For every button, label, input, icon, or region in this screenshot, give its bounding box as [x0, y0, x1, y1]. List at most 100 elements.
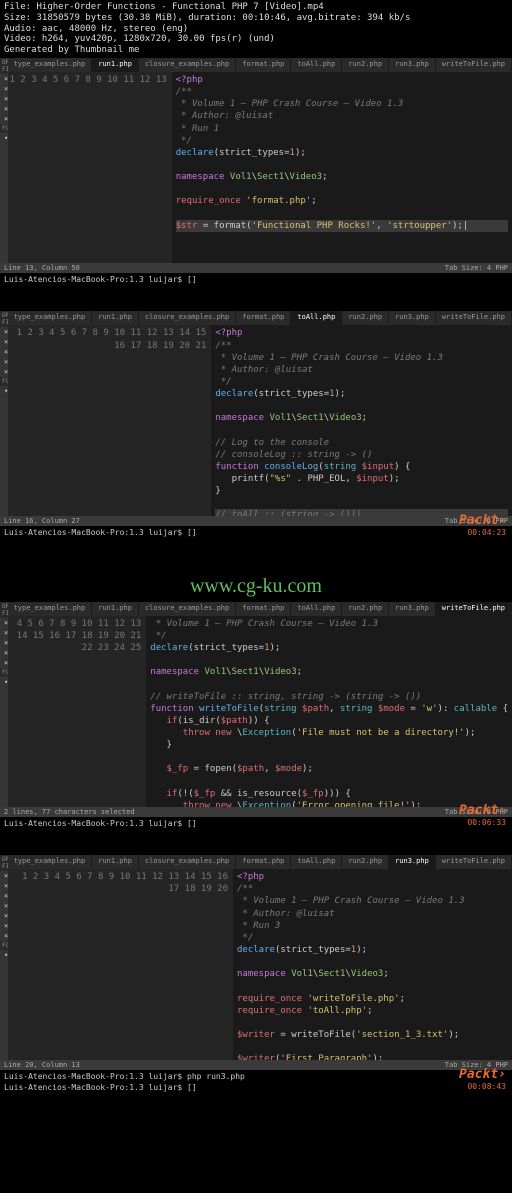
- code-lines[interactable]: <?php /** * Volume 1 — PHP Crash Course …: [211, 325, 512, 516]
- folder-item[interactable]: toAll.php: [0, 476, 8, 486]
- editor-tab[interactable]: format.php: [236, 602, 291, 616]
- folder-item[interactable]: toAll.php: [0, 757, 8, 767]
- editor-tab[interactable]: toAll.php: [291, 855, 342, 869]
- folder-item[interactable]: run2.php: [0, 203, 8, 213]
- folder-root[interactable]: ▾ vol1: [0, 950, 8, 960]
- folder-item[interactable]: section_1_3.txt: [0, 1030, 8, 1040]
- folder-item[interactable]: run3.php: [0, 1020, 8, 1030]
- folder-item[interactable]: run3.php: [0, 466, 8, 476]
- editor-tab[interactable]: run3.php: [389, 58, 436, 72]
- editor-tab[interactable]: closure_examples.php: [139, 58, 236, 72]
- folder-root[interactable]: ▾ vol1: [0, 386, 8, 396]
- editor-tab[interactable]: run1.php: [92, 602, 139, 616]
- folder-item[interactable]: toAll.php: [0, 223, 8, 233]
- folder-item[interactable]: run2.php: [0, 737, 8, 747]
- folder-item[interactable]: toAll.php: [0, 1040, 8, 1050]
- editor-tab[interactable]: run2.php: [342, 58, 389, 72]
- code-lines[interactable]: * Volume 1 — PHP Crash Course — Video 1.…: [146, 616, 512, 807]
- editor-tab[interactable]: toAll.php: [291, 602, 342, 616]
- open-file-item[interactable]: × toAll.php: [0, 658, 8, 668]
- folder-item[interactable]: format.php: [0, 183, 8, 193]
- folder-item[interactable]: run1.php: [0, 727, 8, 737]
- folder-item[interactable]: format.php: [0, 436, 8, 446]
- editor-tab[interactable]: closure_examples.php: [139, 855, 236, 869]
- editor-tab[interactable]: run1.php: [92, 855, 139, 869]
- terminal-panel[interactable]: Luis-Atencios-MacBook-Pro:1.3 luijar$ []: [0, 273, 512, 287]
- open-file-item[interactable]: × toAll.php: [0, 114, 8, 124]
- open-file-item[interactable]: × format.php: [0, 357, 8, 367]
- editor-tab[interactable]: writeToFile.php: [436, 855, 512, 869]
- folder-item[interactable]: 1.2: [0, 697, 8, 707]
- folder-root[interactable]: ▾ vol1: [0, 133, 8, 143]
- folder-item[interactable]: writeToFile.php: [0, 486, 8, 496]
- editor-tab[interactable]: type_examples.php: [8, 602, 93, 616]
- editor-tab[interactable]: run3.php: [389, 602, 436, 616]
- folder-item[interactable]: 1.1: [0, 960, 8, 970]
- folder-item[interactable]: writeToFile.php: [0, 233, 8, 243]
- open-file-item[interactable]: × format.php: [0, 648, 8, 658]
- editor-tab[interactable]: run1.php: [92, 58, 139, 72]
- open-file-item[interactable]: × writeToFile.php: [0, 921, 8, 931]
- code-area[interactable]: 4 5 6 7 8 9 10 11 12 13 14 15 16 17 18 1…: [8, 616, 512, 807]
- editor-tab[interactable]: toAll.php: [291, 58, 342, 72]
- editor-tab[interactable]: run2.php: [342, 855, 389, 869]
- folder-item[interactable]: 1.1: [0, 406, 8, 416]
- open-file-item[interactable]: × format.php: [0, 104, 8, 114]
- open-file-item[interactable]: × type_examples.php: [0, 618, 8, 628]
- open-file-item[interactable]: × closure_examples.php: [0, 891, 8, 901]
- editor-tab[interactable]: format.php: [236, 855, 291, 869]
- editor-tab[interactable]: writeToFile.php: [436, 311, 512, 325]
- editor-tab[interactable]: run3.php: [389, 855, 436, 869]
- open-file-item[interactable]: × run1.php: [0, 628, 8, 638]
- file-sidebar[interactable]: OPEN FILES× type_examples.php× run1.php×…: [0, 855, 8, 1060]
- open-file-item[interactable]: × toAll.php: [0, 911, 8, 921]
- code-area[interactable]: 1 2 3 4 5 6 7 8 9 10 11 12 13 14 15 16 1…: [8, 325, 512, 516]
- code-area[interactable]: 1 2 3 4 5 6 7 8 9 10 11 12 13 14 15 16 1…: [8, 869, 512, 1060]
- folder-item[interactable]: 1.3: [0, 173, 8, 183]
- open-file-item[interactable]: × closure_examples.php: [0, 94, 8, 104]
- open-file-item[interactable]: × closure_examples.php: [0, 638, 8, 648]
- folder-item[interactable]: 1.2: [0, 416, 8, 426]
- folder-item[interactable]: run1.php: [0, 446, 8, 456]
- folder-item[interactable]: writeToFile.php: [0, 1050, 8, 1060]
- folder-item[interactable]: 1.2: [0, 970, 8, 980]
- open-file-item[interactable]: × run1.php: [0, 84, 8, 94]
- folder-item[interactable]: 1.3: [0, 980, 8, 990]
- terminal-panel[interactable]: Luis-Atencios-MacBook-Pro:1.3 luijar$ []: [0, 526, 512, 540]
- editor-tab[interactable]: writeToFile.php: [436, 58, 512, 72]
- open-file-item[interactable]: × format.php: [0, 901, 8, 911]
- editor-tab[interactable]: format.php: [236, 311, 291, 325]
- folder-item[interactable]: run1.php: [0, 193, 8, 203]
- folder-root[interactable]: ▾ vol1: [0, 677, 8, 687]
- editor-tab[interactable]: type_examples.php: [8, 58, 93, 72]
- file-sidebar[interactable]: OPEN FILES× type_examples.php× run1.php×…: [0, 602, 8, 807]
- open-file-item[interactable]: × run1.php: [0, 337, 8, 347]
- code-area[interactable]: 1 2 3 4 5 6 7 8 9 10 11 12 13<?php /** *…: [8, 72, 512, 263]
- folder-item[interactable]: 1.3: [0, 426, 8, 436]
- terminal-panel[interactable]: Luis-Atencios-MacBook-Pro:1.3 luijar$ []: [0, 817, 512, 831]
- folder-item[interactable]: run2.php: [0, 1010, 8, 1020]
- file-sidebar[interactable]: OPEN FILES× type_examples.php× run1.php×…: [0, 311, 8, 516]
- folder-item[interactable]: run3.php: [0, 747, 8, 757]
- editor-tab[interactable]: run1.php: [92, 311, 139, 325]
- open-file-item[interactable]: × run1.php: [0, 881, 8, 891]
- folder-item[interactable]: format.php: [0, 990, 8, 1000]
- editor-tab[interactable]: format.php: [236, 58, 291, 72]
- folder-item[interactable]: run1.php: [0, 1000, 8, 1010]
- folder-item[interactable]: phprand: [0, 143, 8, 153]
- folder-item[interactable]: 1.1: [0, 153, 8, 163]
- editor-tab[interactable]: toAll.php: [291, 311, 342, 325]
- editor-tab[interactable]: type_examples.php: [8, 855, 93, 869]
- open-file-item[interactable]: × type_examples.php: [0, 871, 8, 881]
- editor-tab[interactable]: closure_examples.php: [139, 311, 236, 325]
- folder-item[interactable]: 1.3: [0, 707, 8, 717]
- editor-tab[interactable]: run2.php: [342, 602, 389, 616]
- code-lines[interactable]: <?php /** * Volume 1 — PHP Crash Course …: [172, 72, 512, 263]
- folder-item[interactable]: phprand: [0, 396, 8, 406]
- editor-tab[interactable]: type_examples.php: [8, 311, 93, 325]
- code-lines[interactable]: <?php /** * Volume 1 — PHP Crash Course …: [233, 869, 512, 1060]
- open-file-item[interactable]: × run3.php: [0, 931, 8, 941]
- editor-tab[interactable]: run2.php: [342, 311, 389, 325]
- folder-item[interactable]: format.php: [0, 717, 8, 727]
- folder-item[interactable]: run2.php: [0, 456, 8, 466]
